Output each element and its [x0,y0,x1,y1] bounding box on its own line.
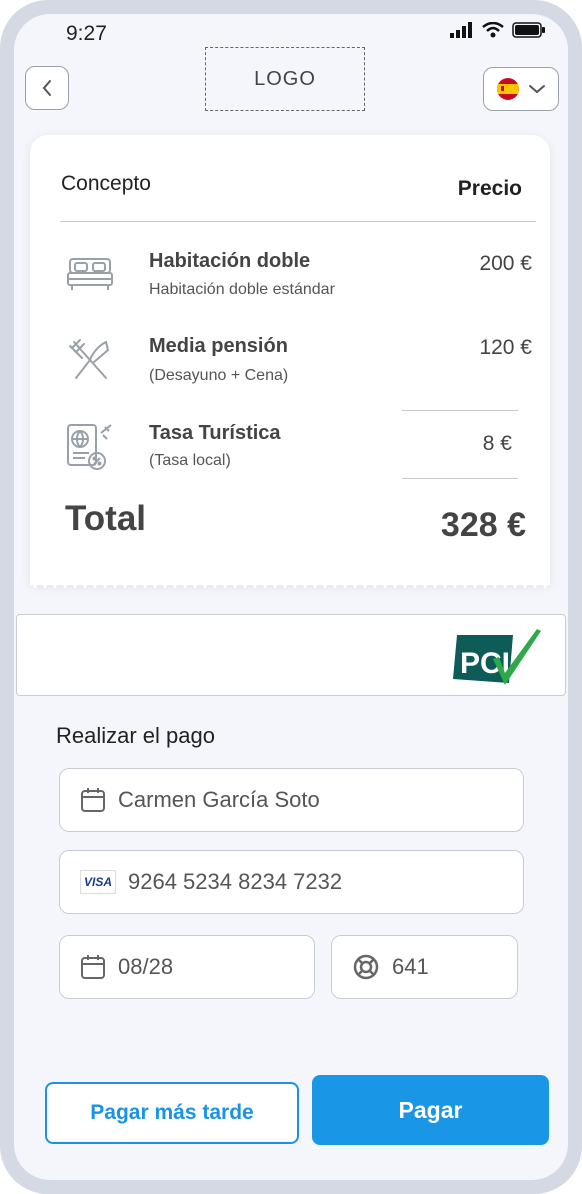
item-title-tasa: Tasa Turística [149,422,281,444]
phone-frame: 9:27 LOGO Concepto Precio Habitación dob… [0,0,582,1194]
pay-later-button[interactable]: Pagar más tarde [45,1082,299,1144]
pci-badge-bar: PCI [16,614,566,696]
back-button[interactable] [25,66,69,110]
cardholder-value: Carmen García Soto [118,787,320,812]
column-price: Precio [457,177,522,200]
bed-icon [66,253,114,298]
cardholder-field[interactable]: Carmen García Soto [59,768,524,832]
chevron-left-icon [42,80,51,96]
battery-icon [512,22,545,38]
receipt-card: Concepto Precio Habitación doble Habitac… [30,135,550,585]
pci-logo: PCI [453,629,545,696]
item-price-habitacion: 200 € [479,252,532,275]
logo-text: LOGO [254,67,316,90]
logo-placeholder: LOGO [205,47,365,111]
payment-section-title: Realizar el pago [56,723,215,748]
expiry-value: 08/28 [118,954,174,979]
status-time: 9:27 [66,22,107,45]
signal-icon [450,22,472,38]
cvv-value: 641 [392,954,429,979]
item-title-habitacion: Habitación doble [149,250,311,272]
item-title-media-pension: Media pensión [149,335,288,357]
item-price-media-pension: 120 € [479,336,532,359]
visa-icon: VISA [80,870,116,894]
receipt-zigzag-edge [30,579,550,589]
calendar-icon [81,955,105,979]
tasa-divider-bottom [402,478,518,479]
cutlery-icon [68,338,112,387]
item-subtitle-tasa: (Tasa local) [149,452,231,469]
card-number-value: 9264 5234 8234 7232 [128,869,343,894]
header-divider [60,221,536,222]
item-price-tasa: 8 € [482,432,512,455]
flag-spain-icon [497,78,519,100]
chevron-down-icon [529,85,545,94]
lifebuoy-icon [353,954,379,980]
item-subtitle-habitacion: Habitación doble estándar [149,281,335,298]
tasa-divider-top [402,410,518,411]
total-value: 328 € [440,506,526,544]
phone-screen: 9:27 LOGO Concepto Precio Habitación dob… [14,14,568,1180]
column-concept: Concepto [61,172,151,195]
cvv-field[interactable]: 641 [331,935,518,999]
language-selector[interactable] [483,67,559,111]
item-subtitle-media-pension: (Desayuno + Cena) [149,367,289,384]
wifi-icon [482,22,504,38]
calendar-icon [81,788,105,812]
card-number-field[interactable]: VISA 9264 5234 8234 7232 [59,850,524,914]
status-icons [450,22,546,38]
pay-button[interactable]: Pagar [312,1075,549,1145]
total-label: Total [65,499,147,538]
tourist-tax-icon [65,421,115,478]
expiry-field[interactable]: 08/28 [59,935,315,999]
